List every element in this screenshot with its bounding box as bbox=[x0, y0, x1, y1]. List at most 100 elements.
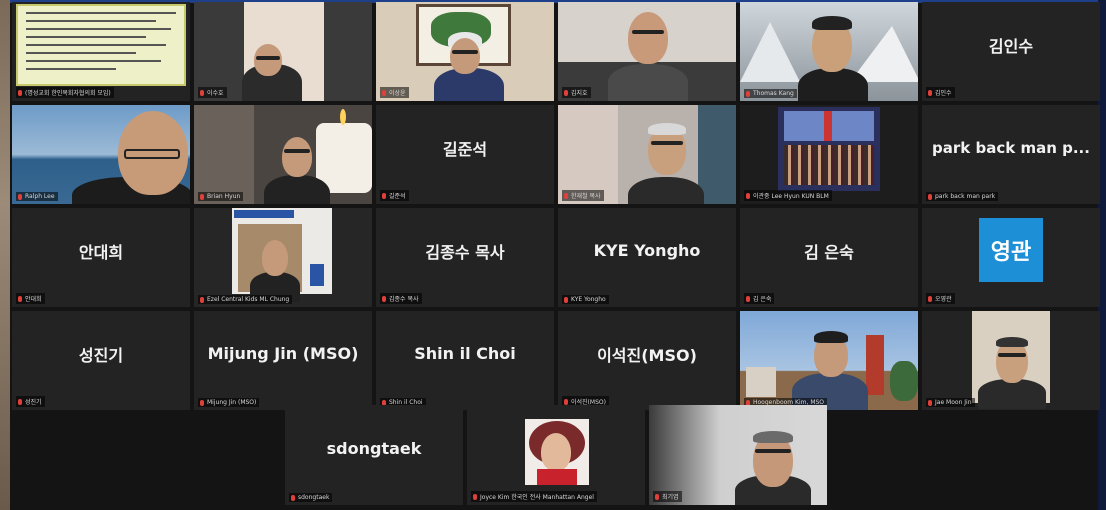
participant-tile[interactable]: 김 은숙 김 은숙 bbox=[740, 208, 918, 307]
shared-screen-edge bbox=[0, 0, 10, 510]
participant-name-caption: KYE Yongho bbox=[562, 295, 609, 304]
participant-tile[interactable]: 이관중 Lee Hyun KUN BLM bbox=[740, 105, 918, 204]
participant-display-name: sdongtaek bbox=[326, 438, 422, 458]
muted-mic-icon bbox=[928, 193, 932, 200]
caption-text: Joyce Kim 한국인 전사 Manhattan Angel bbox=[480, 494, 594, 501]
muted-mic-icon bbox=[746, 192, 750, 199]
participant-display-name: 길준석 bbox=[442, 139, 488, 159]
participant-name-caption: 김지호 bbox=[562, 87, 591, 98]
participant-tile[interactable]: 성진기 성진기 bbox=[12, 311, 190, 410]
participant-display-name: 김 은숙 bbox=[804, 242, 854, 262]
caption-text: 성진기 bbox=[25, 399, 42, 406]
participant-display-name: 김인수 bbox=[988, 36, 1034, 56]
participant-tile[interactable]: sdongtaek sdongtaek bbox=[285, 405, 463, 505]
participant-tile[interactable]: Thomas Kang bbox=[740, 2, 918, 101]
caption-text: 최기엽 bbox=[662, 494, 679, 501]
participant-tile[interactable]: Hoogenboom Kim, MSO bbox=[740, 311, 918, 410]
muted-mic-icon bbox=[564, 89, 568, 96]
caption-text: 한재철 목사 bbox=[571, 193, 601, 200]
participant-tile[interactable]: KYE Yongho KYE Yongho bbox=[558, 208, 736, 307]
participant-tile[interactable]: 이상윤 bbox=[376, 2, 554, 101]
participant-name-caption: park back man park bbox=[926, 192, 999, 201]
profile-picture: 영관 bbox=[979, 217, 1043, 282]
video-feed bbox=[740, 311, 918, 410]
participant-name-caption: 길준석 bbox=[380, 190, 409, 201]
participant-name-caption: Ralph Lee bbox=[16, 192, 58, 201]
participant-name-caption: Joyce Kim 한국인 전사 Manhattan Angel bbox=[471, 491, 597, 502]
muted-mic-icon bbox=[655, 493, 659, 500]
caption-text: KYE Yongho bbox=[571, 296, 606, 303]
video-feed bbox=[12, 105, 190, 204]
video-feed bbox=[194, 105, 372, 204]
muted-mic-icon bbox=[382, 295, 386, 302]
participant-name-caption: Jae Moon Jin bbox=[926, 398, 975, 407]
participant-name-caption: Thomas Kang bbox=[744, 89, 797, 98]
participant-display-name: 김종수 목사 bbox=[425, 242, 505, 262]
participant-name-caption: 김인수 bbox=[926, 87, 955, 98]
participant-name-caption: 이상윤 bbox=[380, 87, 409, 98]
caption-text: 오영관 bbox=[935, 296, 952, 303]
muted-mic-icon bbox=[382, 89, 386, 96]
participant-display-name: 성진기 bbox=[78, 345, 124, 365]
participant-name-caption: 오영관 bbox=[926, 293, 955, 304]
participant-tile[interactable]: Brian Hyun bbox=[194, 105, 372, 204]
caption-text: park back man park bbox=[935, 193, 996, 200]
video-feed bbox=[740, 2, 918, 101]
participant-tile[interactable]: Mijung Jin (MSO) Mijung Jin (MSO) bbox=[194, 311, 372, 410]
caption-text: 길준석 bbox=[389, 193, 406, 200]
caption-text: Ezel Central Kids ML Chung bbox=[207, 296, 290, 303]
gallery-view: (명성교회 한인목회자협의회 모임) 이수호 이상윤 김지호 Thomas Ka… bbox=[12, 2, 1100, 510]
participant-tile[interactable]: (명성교회 한인목회자협의회 모임) bbox=[12, 2, 190, 101]
caption-text: Thomas Kang bbox=[753, 90, 794, 97]
participant-tile[interactable]: Jae Moon Jin bbox=[922, 311, 1100, 410]
caption-text: Jae Moon Jin bbox=[935, 399, 972, 406]
participant-name-caption: 최기엽 bbox=[653, 491, 682, 502]
participant-tile[interactable]: 길준석 길준석 bbox=[376, 105, 554, 204]
participant-name-caption: (명성교회 한인목회자협의회 모임) bbox=[16, 87, 114, 98]
muted-mic-icon bbox=[928, 89, 932, 96]
muted-mic-icon bbox=[18, 295, 22, 302]
caption-text: 김인수 bbox=[935, 90, 952, 97]
muted-mic-icon bbox=[746, 295, 750, 302]
participant-tile[interactable]: Ezel Central Kids ML Chung bbox=[194, 208, 372, 307]
muted-mic-icon bbox=[200, 296, 204, 303]
muted-mic-icon bbox=[564, 398, 568, 405]
participant-name-caption: 이수호 bbox=[198, 87, 227, 98]
participant-tile[interactable]: 영관 오영관 bbox=[922, 208, 1100, 307]
video-feed bbox=[194, 208, 372, 307]
participant-name-caption: 이관중 Lee Hyun KUN BLM bbox=[744, 190, 832, 201]
muted-mic-icon bbox=[18, 89, 22, 96]
participant-tile[interactable]: park back man p... park back man park bbox=[922, 105, 1100, 204]
participant-display-name: park back man p... bbox=[932, 138, 1090, 157]
participant-name-caption: 김종수 목사 bbox=[380, 293, 422, 304]
muted-mic-icon bbox=[382, 192, 386, 199]
caption-text: Mijung Jin (MSO) bbox=[207, 399, 257, 406]
participant-tile[interactable]: 이석진(MSO) 이석진(MSO) bbox=[558, 311, 736, 410]
participant-tile[interactable]: Shin il Choi Shin il Choi bbox=[376, 311, 554, 410]
muted-mic-icon bbox=[564, 192, 568, 199]
muted-mic-icon bbox=[928, 295, 932, 302]
caption-text: 이관중 Lee Hyun KUN BLM bbox=[753, 193, 829, 200]
participant-tile[interactable]: Joyce Kim 한국인 전사 Manhattan Angel bbox=[467, 405, 645, 505]
caption-text: 이상윤 bbox=[389, 90, 406, 97]
participant-tile[interactable]: 김종수 목사 김종수 목사 bbox=[376, 208, 554, 307]
participant-tile[interactable]: Ralph Lee bbox=[12, 105, 190, 204]
participant-display-name: KYE Yongho bbox=[593, 241, 701, 260]
muted-mic-icon bbox=[746, 90, 750, 97]
participant-tile[interactable]: 김인수 김인수 bbox=[922, 2, 1100, 101]
participant-tile[interactable]: 김지호 bbox=[558, 2, 736, 101]
participant-tile[interactable]: 안대희 안대희 bbox=[12, 208, 190, 307]
participant-tile[interactable]: 이수호 bbox=[194, 2, 372, 101]
caption-text: 김지호 bbox=[571, 90, 588, 97]
caption-text: (명성교회 한인목회자협의회 모임) bbox=[25, 90, 111, 97]
participant-tile[interactable]: 한재철 목사 bbox=[558, 105, 736, 204]
caption-text: 김종수 목사 bbox=[389, 296, 419, 303]
participant-display-name: 안대희 bbox=[78, 242, 124, 262]
participant-name-caption: Mijung Jin (MSO) bbox=[198, 398, 260, 407]
muted-mic-icon bbox=[564, 296, 568, 303]
muted-mic-icon bbox=[18, 193, 22, 200]
video-feed bbox=[922, 311, 1100, 410]
participant-tile[interactable]: 최기엽 bbox=[649, 405, 827, 505]
participant-name-caption: 안대희 bbox=[16, 293, 45, 304]
participant-name-caption: Brian Hyun bbox=[198, 192, 244, 201]
